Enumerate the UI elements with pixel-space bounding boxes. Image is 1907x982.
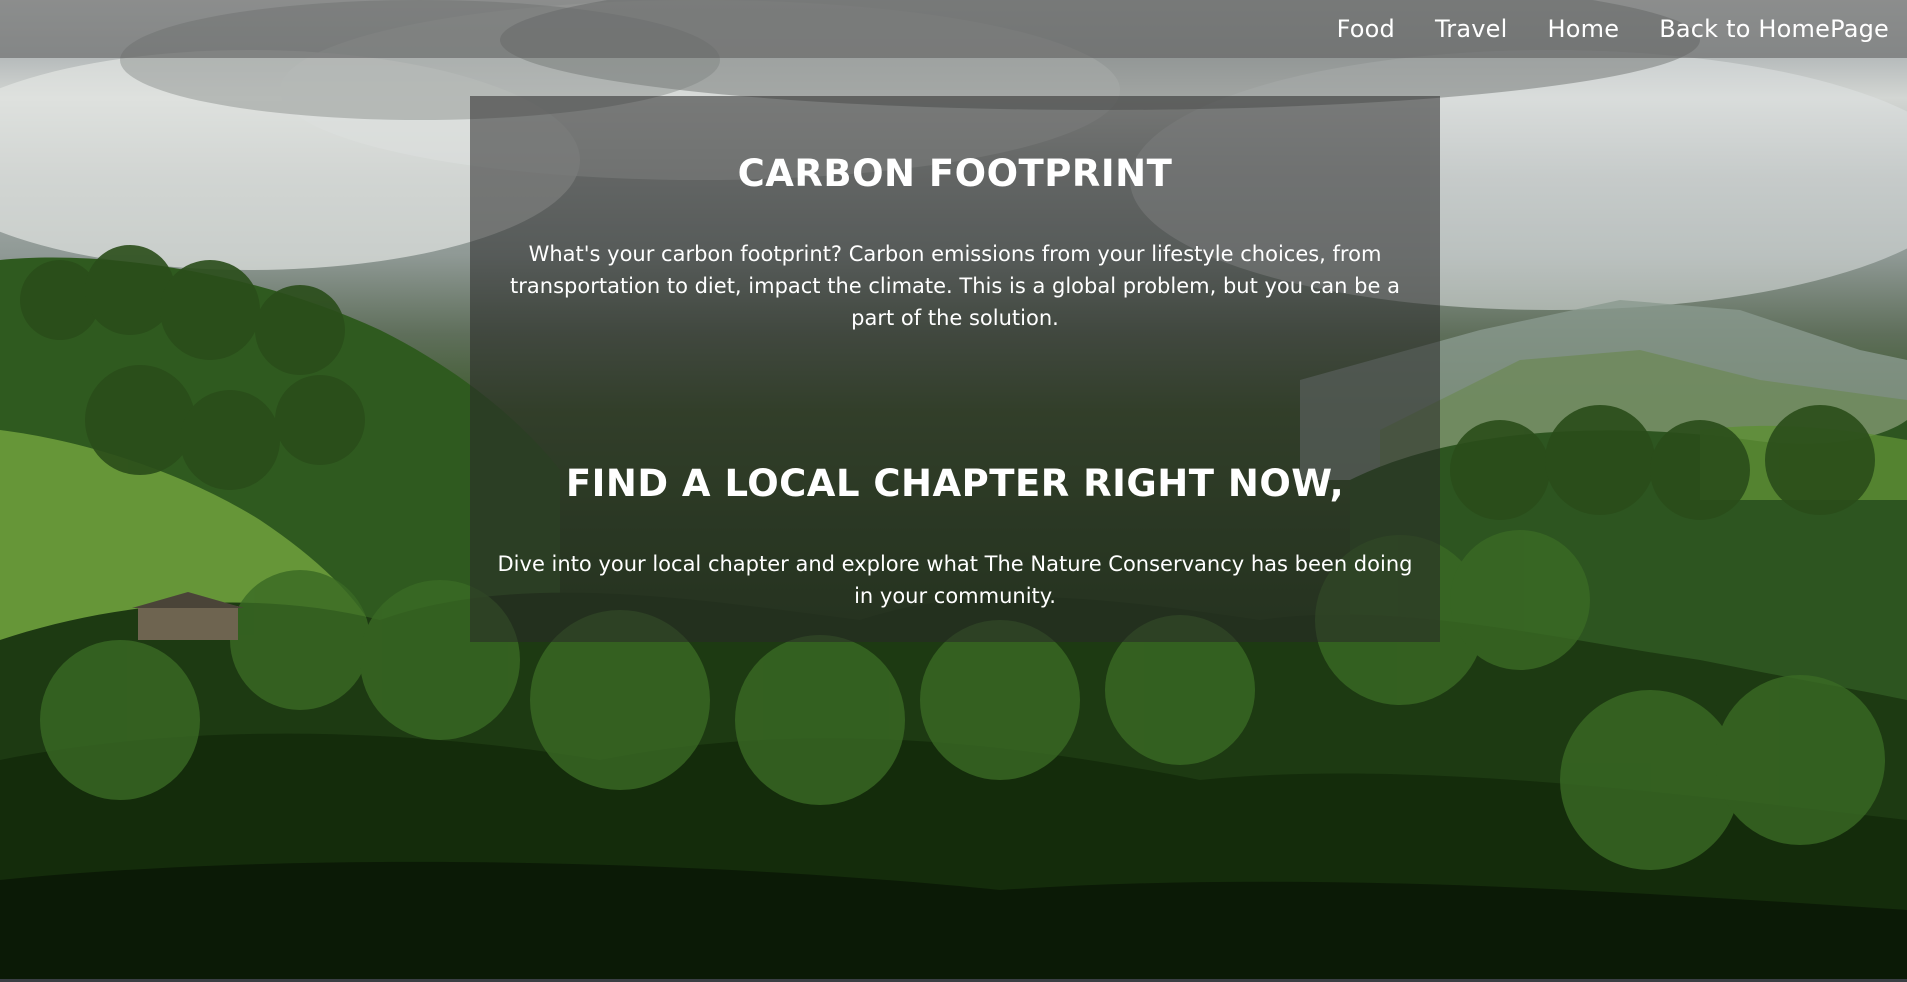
nav-link-travel[interactable]: Travel	[1435, 15, 1508, 43]
nav-link-back-to-homepage[interactable]: Back to HomePage	[1659, 15, 1889, 43]
carbon-footprint-text: What's your carbon footprint? Carbon emi…	[510, 242, 1400, 330]
nav-link-home[interactable]: Home	[1548, 15, 1620, 43]
nav-link-food[interactable]: Food	[1337, 15, 1395, 43]
carbon-footprint-heading: CARBON FOOTPRINT	[737, 152, 1173, 195]
page: Food Travel Home Back to HomePage CARBON…	[0, 0, 1907, 982]
content-panel: CARBON FOOTPRINT What's your carbon foot…	[470, 96, 1440, 642]
local-chapter-heading: FIND A LOCAL CHAPTER RIGHT NOW,	[565, 462, 1345, 505]
top-navbar: Food Travel Home Back to HomePage	[0, 0, 1907, 58]
local-chapter-text: Dive into your local chapter and explore…	[497, 552, 1413, 608]
